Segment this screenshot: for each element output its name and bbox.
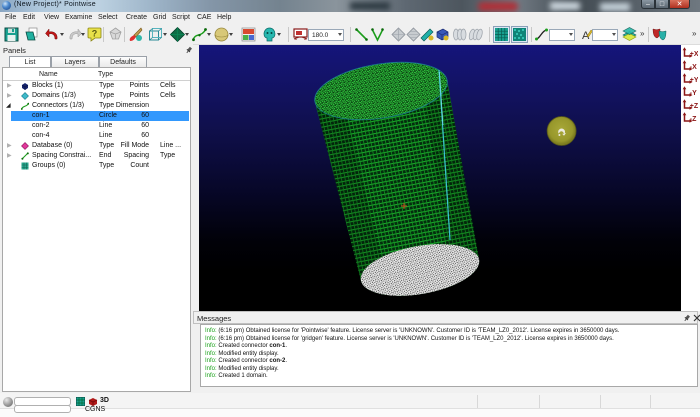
svg-text:-X: -X: [690, 64, 697, 71]
svg-text:-Y: -Y: [690, 90, 697, 97]
svg-text:+Y: +Y: [690, 77, 698, 84]
svg-text:+X: +X: [690, 51, 698, 58]
svg-text:+Z: +Z: [690, 103, 698, 110]
svg-text:-Z: -Z: [690, 116, 697, 123]
svg-text:?: ?: [92, 29, 98, 39]
